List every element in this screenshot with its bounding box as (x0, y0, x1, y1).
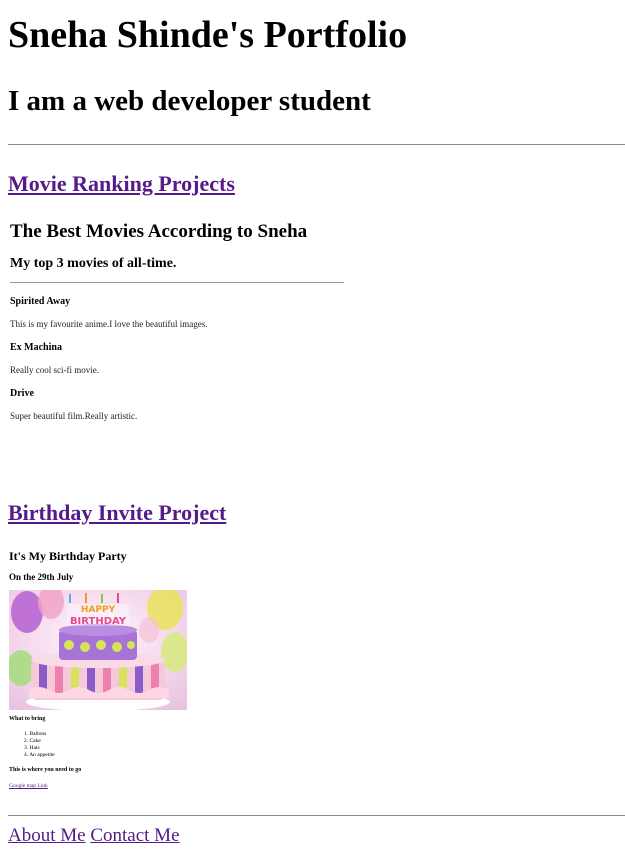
list-item-label: Cake (29, 738, 41, 744)
movie-description: This is my favourite anime.I love the be… (10, 319, 208, 329)
footer-divider (8, 815, 625, 816)
list-item: 3. Hats (24, 745, 40, 751)
list-item: 4. An appetite (24, 752, 55, 758)
page-subtitle: I am a web developer student (8, 85, 371, 117)
list-item: 2. Cake (24, 738, 41, 744)
about-me-link[interactable]: About Me (8, 825, 86, 846)
movie-description: Super beautiful film.Really artistic. (10, 411, 138, 421)
movie-ranking-embed: The Best Movies According to Sneha My to… (8, 212, 348, 482)
movie-name: Drive (10, 388, 34, 399)
birthday-date: On the 29th July (9, 572, 74, 582)
list-item-label: Hats (29, 745, 40, 751)
footer-nav: About Me Contact Me (8, 825, 180, 847)
google-map-link[interactable]: Google map Link (9, 783, 48, 789)
page-title: Sneha Shinde's Portfolio (8, 14, 408, 56)
svg-text:BIRTHDAY: BIRTHDAY (70, 616, 127, 627)
location-heading: This is where you need to go (9, 767, 82, 773)
birthday-cake-image: HAPPY BIRTHDAY (9, 590, 187, 710)
header-divider (8, 144, 625, 145)
birthday-invite-project-link[interactable]: Birthday Invite Project (8, 500, 226, 526)
movies-subtitle: My top 3 movies of all-time. (10, 256, 177, 271)
movies-title: The Best Movies According to Sneha (10, 221, 308, 242)
movies-divider (10, 282, 344, 283)
movie-name: Ex Machina (10, 342, 62, 353)
birthday-invite-embed: It's My Birthday Party On the 29th July (8, 545, 308, 800)
birthday-title: It's My Birthday Party (9, 549, 127, 563)
list-item-label: An appetite (29, 752, 55, 758)
list-item-label: Ballons (29, 731, 47, 737)
movie-ranking-projects-link[interactable]: Movie Ranking Projects (8, 171, 235, 197)
movie-description: Really cool sci-fi movie. (10, 365, 99, 375)
contact-me-link[interactable]: Contact Me (90, 825, 179, 846)
bring-list: 1. Ballons 2. Cake 3. Hats 4. An appetit… (24, 731, 55, 759)
svg-text:HAPPY: HAPPY (81, 605, 116, 615)
what-to-bring-heading: What to bring (9, 716, 46, 722)
movie-name: Spirited Away (10, 296, 71, 307)
list-item: 1. Ballons (24, 731, 47, 737)
